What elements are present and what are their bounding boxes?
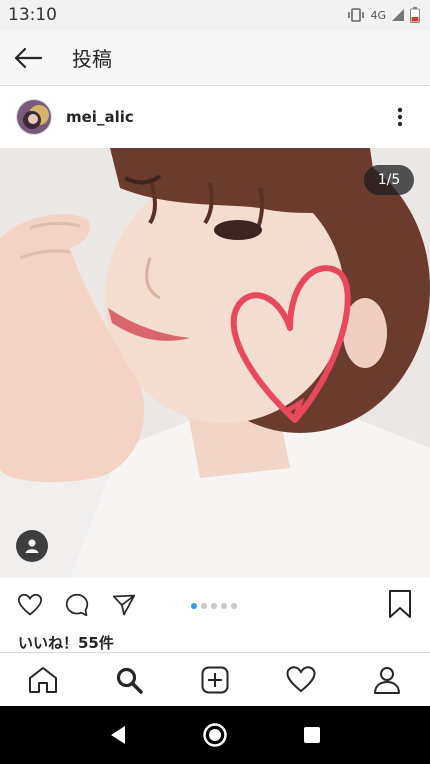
status-icons: 4G — [347, 7, 420, 23]
carousel-dot — [211, 603, 217, 609]
save-button[interactable] — [388, 590, 412, 618]
system-recents-button[interactable] — [292, 715, 332, 755]
heart-outline-icon — [18, 593, 42, 616]
image-counter-badge: 1/5 — [364, 165, 414, 195]
likes-count[interactable]: いいね！55件 — [18, 632, 114, 653]
top-header: 投稿 — [0, 30, 430, 86]
back-button[interactable] — [0, 30, 56, 86]
nav-home[interactable] — [21, 658, 65, 702]
status-bar: 13:10 4G — [0, 0, 430, 30]
profile-icon — [374, 666, 400, 694]
search-icon — [116, 667, 143, 694]
signal-icon — [392, 9, 404, 21]
page-title: 投稿 — [72, 47, 112, 71]
home-icon — [29, 666, 57, 693]
vibrate-icon — [348, 8, 365, 22]
comment-icon — [65, 593, 89, 617]
system-home-button[interactable] — [195, 715, 235, 755]
arrow-left-icon — [14, 47, 43, 68]
share-button[interactable] — [112, 593, 136, 617]
post-photo[interactable]: 1/5 — [0, 148, 430, 578]
avatar[interactable] — [16, 99, 52, 135]
carousel-dot — [221, 603, 227, 609]
battery-icon — [410, 7, 420, 23]
carousel-dot — [231, 603, 237, 609]
network-type: 4G — [370, 8, 386, 22]
comment-button[interactable] — [65, 593, 89, 617]
nav-add-post[interactable] — [193, 658, 237, 702]
add-post-icon — [201, 666, 229, 693]
person-tag-icon — [25, 539, 39, 553]
tagged-people-button[interactable] — [16, 530, 48, 562]
circle-home-icon — [203, 723, 227, 747]
square-recents-icon — [303, 727, 320, 743]
bottom-nav — [0, 652, 430, 706]
post-actions — [0, 578, 430, 632]
carousel-dot — [201, 603, 207, 609]
more-vertical-icon — [397, 107, 403, 127]
carousel-dot — [191, 603, 197, 609]
carousel-indicator — [191, 603, 237, 609]
post-username[interactable]: mei_alic — [66, 108, 134, 126]
like-button[interactable] — [18, 593, 42, 617]
status-time: 13:10 — [8, 5, 57, 25]
nav-activity[interactable] — [279, 658, 323, 702]
bookmark-icon — [389, 590, 411, 618]
paper-plane-icon — [112, 594, 136, 616]
system-back-button[interactable] — [98, 715, 138, 755]
more-options-button[interactable] — [388, 105, 412, 129]
activity-heart-icon — [286, 666, 316, 693]
triangle-back-icon — [111, 726, 126, 744]
selfie-photo — [0, 148, 430, 578]
system-nav-bar — [0, 706, 430, 764]
nav-profile[interactable] — [365, 658, 409, 702]
nav-search[interactable] — [107, 658, 151, 702]
post-header: mei_alic — [0, 87, 430, 147]
